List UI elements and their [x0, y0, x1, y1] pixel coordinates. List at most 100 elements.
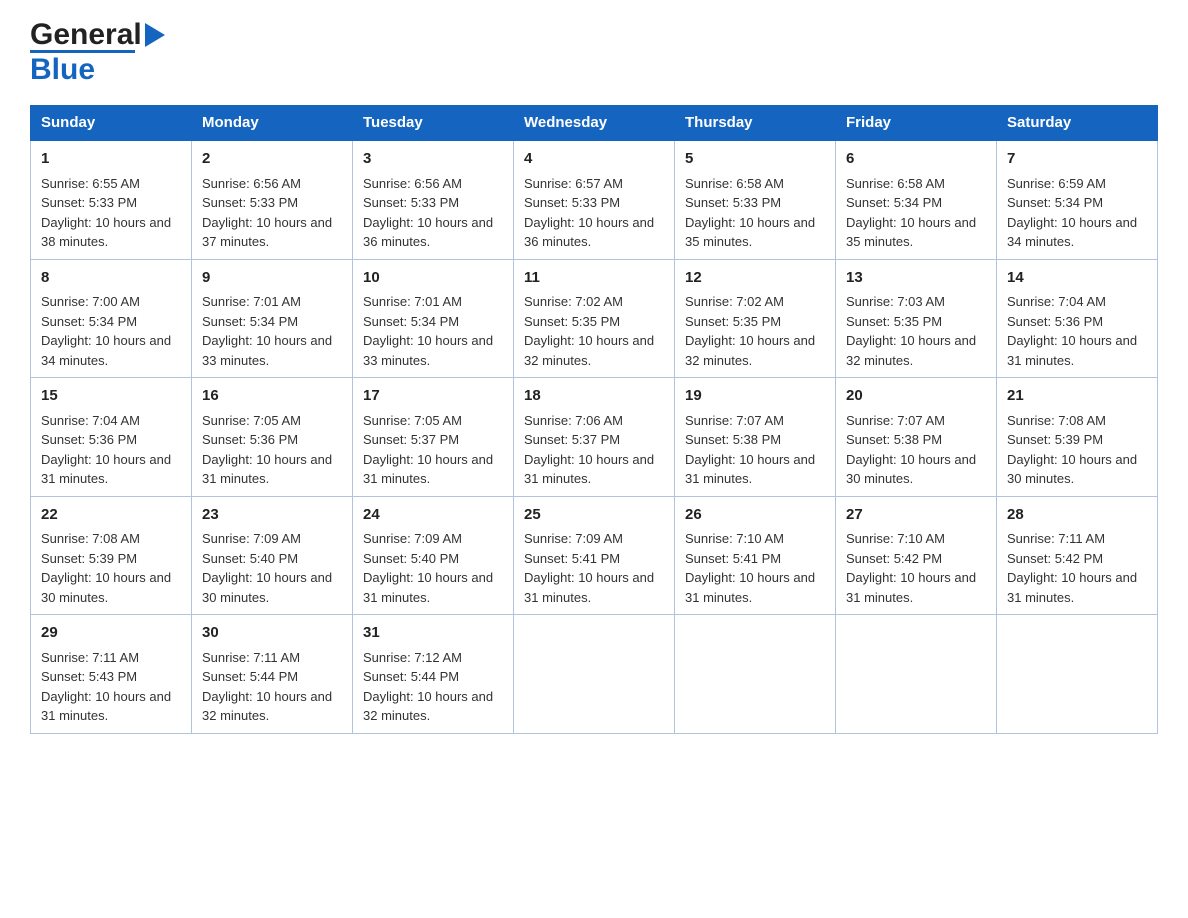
day-number: 31: [363, 622, 503, 645]
column-header-sunday: Sunday: [31, 106, 192, 141]
calendar-cell: 17 Sunrise: 7:05 AMSunset: 5:37 PMDaylig…: [353, 378, 514, 497]
day-info: Sunrise: 6:55 AMSunset: 5:33 PMDaylight:…: [41, 176, 171, 250]
day-number: 18: [524, 385, 664, 408]
calendar-cell: 24 Sunrise: 7:09 AMSunset: 5:40 PMDaylig…: [353, 496, 514, 615]
day-info: Sunrise: 7:06 AMSunset: 5:37 PMDaylight:…: [524, 413, 654, 487]
day-info: Sunrise: 7:09 AMSunset: 5:41 PMDaylight:…: [524, 531, 654, 605]
calendar-week-row: 8 Sunrise: 7:00 AMSunset: 5:34 PMDayligh…: [31, 259, 1158, 378]
column-header-saturday: Saturday: [997, 106, 1158, 141]
day-number: 16: [202, 385, 342, 408]
day-info: Sunrise: 7:08 AMSunset: 5:39 PMDaylight:…: [1007, 413, 1137, 487]
day-number: 4: [524, 148, 664, 171]
day-info: Sunrise: 7:09 AMSunset: 5:40 PMDaylight:…: [202, 531, 332, 605]
logo: General Blue: [30, 20, 165, 87]
day-number: 19: [685, 385, 825, 408]
calendar-cell: 31 Sunrise: 7:12 AMSunset: 5:44 PMDaylig…: [353, 615, 514, 734]
day-number: 29: [41, 622, 181, 645]
day-info: Sunrise: 7:11 AMSunset: 5:43 PMDaylight:…: [41, 650, 171, 724]
column-header-tuesday: Tuesday: [353, 106, 514, 141]
day-info: Sunrise: 7:09 AMSunset: 5:40 PMDaylight:…: [363, 531, 493, 605]
day-info: Sunrise: 6:58 AMSunset: 5:34 PMDaylight:…: [846, 176, 976, 250]
day-number: 12: [685, 267, 825, 290]
calendar-cell: 15 Sunrise: 7:04 AMSunset: 5:36 PMDaylig…: [31, 378, 192, 497]
day-number: 8: [41, 267, 181, 290]
calendar-cell: 28 Sunrise: 7:11 AMSunset: 5:42 PMDaylig…: [997, 496, 1158, 615]
calendar-cell: 21 Sunrise: 7:08 AMSunset: 5:39 PMDaylig…: [997, 378, 1158, 497]
day-number: 26: [685, 504, 825, 527]
calendar-cell: 29 Sunrise: 7:11 AMSunset: 5:43 PMDaylig…: [31, 615, 192, 734]
calendar-cell: 30 Sunrise: 7:11 AMSunset: 5:44 PMDaylig…: [192, 615, 353, 734]
column-header-thursday: Thursday: [675, 106, 836, 141]
day-info: Sunrise: 6:58 AMSunset: 5:33 PMDaylight:…: [685, 176, 815, 250]
calendar-cell: 4 Sunrise: 6:57 AMSunset: 5:33 PMDayligh…: [514, 140, 675, 259]
day-number: 21: [1007, 385, 1147, 408]
calendar-cell: 10 Sunrise: 7:01 AMSunset: 5:34 PMDaylig…: [353, 259, 514, 378]
calendar-cell: [997, 615, 1158, 734]
calendar-table: SundayMondayTuesdayWednesdayThursdayFrid…: [30, 105, 1158, 734]
day-number: 5: [685, 148, 825, 171]
day-info: Sunrise: 7:05 AMSunset: 5:37 PMDaylight:…: [363, 413, 493, 487]
day-number: 22: [41, 504, 181, 527]
day-number: 6: [846, 148, 986, 171]
day-info: Sunrise: 7:05 AMSunset: 5:36 PMDaylight:…: [202, 413, 332, 487]
calendar-cell: [514, 615, 675, 734]
day-info: Sunrise: 7:11 AMSunset: 5:44 PMDaylight:…: [202, 650, 332, 724]
day-info: Sunrise: 6:57 AMSunset: 5:33 PMDaylight:…: [524, 176, 654, 250]
day-number: 7: [1007, 148, 1147, 171]
calendar-cell: 25 Sunrise: 7:09 AMSunset: 5:41 PMDaylig…: [514, 496, 675, 615]
day-info: Sunrise: 7:01 AMSunset: 5:34 PMDaylight:…: [363, 294, 493, 368]
day-number: 14: [1007, 267, 1147, 290]
day-info: Sunrise: 6:56 AMSunset: 5:33 PMDaylight:…: [202, 176, 332, 250]
calendar-cell: 11 Sunrise: 7:02 AMSunset: 5:35 PMDaylig…: [514, 259, 675, 378]
calendar-cell: 26 Sunrise: 7:10 AMSunset: 5:41 PMDaylig…: [675, 496, 836, 615]
calendar-cell: 19 Sunrise: 7:07 AMSunset: 5:38 PMDaylig…: [675, 378, 836, 497]
day-number: 23: [202, 504, 342, 527]
calendar-cell: [836, 615, 997, 734]
logo-triangle-icon: [145, 23, 165, 47]
calendar-cell: 16 Sunrise: 7:05 AMSunset: 5:36 PMDaylig…: [192, 378, 353, 497]
column-header-friday: Friday: [836, 106, 997, 141]
day-number: 9: [202, 267, 342, 290]
day-info: Sunrise: 7:08 AMSunset: 5:39 PMDaylight:…: [41, 531, 171, 605]
day-info: Sunrise: 7:01 AMSunset: 5:34 PMDaylight:…: [202, 294, 332, 368]
day-info: Sunrise: 7:02 AMSunset: 5:35 PMDaylight:…: [524, 294, 654, 368]
day-info: Sunrise: 7:07 AMSunset: 5:38 PMDaylight:…: [846, 413, 976, 487]
calendar-week-row: 15 Sunrise: 7:04 AMSunset: 5:36 PMDaylig…: [31, 378, 1158, 497]
day-info: Sunrise: 7:04 AMSunset: 5:36 PMDaylight:…: [41, 413, 171, 487]
calendar-cell: 12 Sunrise: 7:02 AMSunset: 5:35 PMDaylig…: [675, 259, 836, 378]
page-header: General Blue: [30, 20, 1158, 87]
day-number: 1: [41, 148, 181, 171]
day-info: Sunrise: 7:04 AMSunset: 5:36 PMDaylight:…: [1007, 294, 1137, 368]
calendar-cell: 2 Sunrise: 6:56 AMSunset: 5:33 PMDayligh…: [192, 140, 353, 259]
calendar-cell: 14 Sunrise: 7:04 AMSunset: 5:36 PMDaylig…: [997, 259, 1158, 378]
day-number: 3: [363, 148, 503, 171]
calendar-cell: 6 Sunrise: 6:58 AMSunset: 5:34 PMDayligh…: [836, 140, 997, 259]
day-info: Sunrise: 7:07 AMSunset: 5:38 PMDaylight:…: [685, 413, 815, 487]
calendar-cell: 23 Sunrise: 7:09 AMSunset: 5:40 PMDaylig…: [192, 496, 353, 615]
day-info: Sunrise: 6:56 AMSunset: 5:33 PMDaylight:…: [363, 176, 493, 250]
day-number: 10: [363, 267, 503, 290]
calendar-week-row: 22 Sunrise: 7:08 AMSunset: 5:39 PMDaylig…: [31, 496, 1158, 615]
column-header-monday: Monday: [192, 106, 353, 141]
day-number: 27: [846, 504, 986, 527]
column-header-wednesday: Wednesday: [514, 106, 675, 141]
day-number: 30: [202, 622, 342, 645]
day-number: 17: [363, 385, 503, 408]
day-number: 11: [524, 267, 664, 290]
calendar-week-row: 29 Sunrise: 7:11 AMSunset: 5:43 PMDaylig…: [31, 615, 1158, 734]
day-info: Sunrise: 7:12 AMSunset: 5:44 PMDaylight:…: [363, 650, 493, 724]
day-number: 20: [846, 385, 986, 408]
day-number: 24: [363, 504, 503, 527]
day-info: Sunrise: 7:00 AMSunset: 5:34 PMDaylight:…: [41, 294, 171, 368]
day-info: Sunrise: 7:10 AMSunset: 5:41 PMDaylight:…: [685, 531, 815, 605]
day-number: 15: [41, 385, 181, 408]
calendar-cell: 13 Sunrise: 7:03 AMSunset: 5:35 PMDaylig…: [836, 259, 997, 378]
calendar-week-row: 1 Sunrise: 6:55 AMSunset: 5:33 PMDayligh…: [31, 140, 1158, 259]
day-info: Sunrise: 6:59 AMSunset: 5:34 PMDaylight:…: [1007, 176, 1137, 250]
day-info: Sunrise: 7:02 AMSunset: 5:35 PMDaylight:…: [685, 294, 815, 368]
calendar-cell: 18 Sunrise: 7:06 AMSunset: 5:37 PMDaylig…: [514, 378, 675, 497]
calendar-cell: 20 Sunrise: 7:07 AMSunset: 5:38 PMDaylig…: [836, 378, 997, 497]
day-number: 28: [1007, 504, 1147, 527]
calendar-cell: 5 Sunrise: 6:58 AMSunset: 5:33 PMDayligh…: [675, 140, 836, 259]
day-info: Sunrise: 7:03 AMSunset: 5:35 PMDaylight:…: [846, 294, 976, 368]
